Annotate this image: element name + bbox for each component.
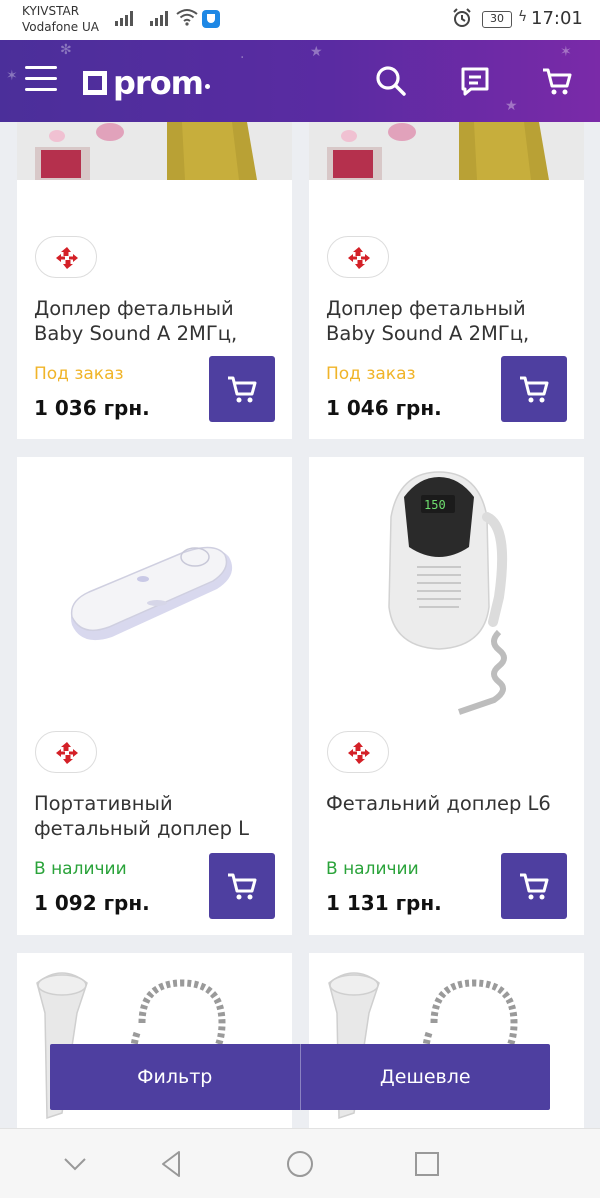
alarm-icon bbox=[452, 8, 472, 33]
search-button[interactable] bbox=[374, 64, 408, 98]
product-price: 1 046 грн. bbox=[326, 396, 442, 420]
home-icon bbox=[287, 1151, 313, 1177]
recents-icon bbox=[415, 1152, 439, 1176]
nova-poshta-icon bbox=[56, 742, 78, 764]
menu-icon bbox=[25, 66, 57, 69]
recents-button[interactable] bbox=[412, 1149, 442, 1179]
carrier-1: KYIVSTAR bbox=[22, 4, 80, 18]
cart-icon bbox=[520, 376, 549, 403]
menu-icon-line bbox=[25, 77, 57, 80]
product-photo bbox=[17, 122, 292, 186]
shield-icon bbox=[202, 10, 220, 28]
nova-poshta-icon bbox=[348, 742, 370, 764]
clock: 17:01 bbox=[531, 8, 583, 29]
product-price: 1 092 грн. bbox=[34, 891, 150, 915]
availability-status: В наличии bbox=[34, 859, 127, 879]
chevron-down-icon bbox=[64, 1158, 86, 1171]
nova-poshta-badge bbox=[35, 731, 97, 773]
availability-status: Под заказ bbox=[326, 364, 416, 384]
snowflake-icon: ✶ bbox=[6, 68, 18, 84]
product-price: 1 036 грн. bbox=[34, 396, 150, 420]
back-button[interactable] bbox=[157, 1149, 187, 1179]
add-to-cart-button[interactable] bbox=[501, 853, 567, 919]
product-title[interactable]: Доплер фетальный Baby Sound A 2МГц, bbox=[326, 296, 558, 348]
add-to-cart-button[interactable] bbox=[501, 356, 567, 422]
snowflake-icon: ✻ bbox=[60, 42, 72, 58]
snowflake-icon: ✶ bbox=[560, 44, 572, 60]
snowflake-icon: ★ bbox=[505, 98, 518, 114]
product-image[interactable] bbox=[309, 122, 584, 186]
availability-status: Под заказ bbox=[34, 364, 124, 384]
nova-poshta-badge bbox=[35, 236, 97, 278]
logo-mark bbox=[83, 71, 107, 95]
cart-icon bbox=[228, 873, 257, 900]
carrier-info: KYIVSTAR Vodafone UA bbox=[22, 3, 99, 35]
cart-icon bbox=[228, 376, 257, 403]
app-header: ✻ ✶ ★ · ✶ ★ prom bbox=[0, 40, 600, 122]
nova-poshta-badge bbox=[327, 731, 389, 773]
back-icon bbox=[162, 1151, 180, 1177]
svg-text:150: 150 bbox=[424, 498, 446, 512]
filter-sort-bar: Фильтр Дешевле bbox=[50, 1044, 550, 1110]
product-photo bbox=[309, 122, 584, 186]
sort-cheaper-button[interactable]: Дешевле bbox=[301, 1044, 551, 1110]
home-button[interactable] bbox=[285, 1149, 315, 1179]
signal-icon bbox=[115, 10, 133, 26]
nova-poshta-icon bbox=[348, 247, 370, 269]
messages-button[interactable] bbox=[458, 64, 492, 98]
battery-indicator: 30 bbox=[482, 11, 512, 28]
product-title[interactable]: Портативный фетальный доплер L bbox=[34, 791, 266, 843]
prom-logo[interactable]: prom bbox=[83, 64, 211, 102]
product-card[interactable]: 150 Фетальний доплер L6 В наличии 1 131 … bbox=[309, 457, 584, 935]
product-card[interactable]: Доплер фетальный Baby Sound A 2МГц, Под … bbox=[309, 122, 584, 439]
cart-button[interactable] bbox=[540, 64, 574, 98]
product-card[interactable]: Портативный фетальный доплер L В наличии… bbox=[17, 457, 292, 935]
logo-text: prom bbox=[113, 64, 204, 102]
add-to-cart-button[interactable] bbox=[209, 356, 275, 422]
filter-button[interactable]: Фильтр bbox=[50, 1044, 300, 1110]
product-image[interactable] bbox=[17, 122, 292, 186]
status-bar: KYIVSTAR Vodafone UA 30 ϟ 17:01 bbox=[0, 0, 600, 40]
product-image[interactable]: 150 bbox=[309, 457, 584, 717]
signal-icon bbox=[150, 10, 168, 26]
add-to-cart-button[interactable] bbox=[209, 853, 275, 919]
cart-icon bbox=[543, 68, 572, 95]
menu-icon-line bbox=[25, 88, 57, 91]
messages-icon bbox=[461, 67, 489, 96]
menu-button[interactable] bbox=[25, 66, 57, 94]
nova-poshta-badge bbox=[327, 236, 389, 278]
search-icon bbox=[376, 66, 406, 96]
wifi-icon bbox=[176, 8, 198, 31]
snowflake-icon: ★ bbox=[310, 44, 323, 60]
product-card[interactable]: Доплер фетальный Baby Sound A 2МГц, Под … bbox=[17, 122, 292, 439]
nova-poshta-icon bbox=[56, 247, 78, 269]
carrier-2: Vodafone UA bbox=[22, 20, 99, 34]
product-title[interactable]: Фетальний доплер L6 bbox=[326, 791, 558, 843]
charging-icon: ϟ bbox=[518, 9, 528, 25]
product-photo: 150 bbox=[309, 457, 584, 717]
product-photo bbox=[17, 457, 292, 717]
system-nav-bar bbox=[0, 1128, 600, 1198]
product-title[interactable]: Доплер фетальный Baby Sound A 2МГц, bbox=[34, 296, 266, 348]
product-price: 1 131 грн. bbox=[326, 891, 442, 915]
cart-icon bbox=[520, 873, 549, 900]
snowflake-icon: · bbox=[240, 50, 245, 66]
hide-nav-button[interactable] bbox=[60, 1149, 90, 1179]
product-image[interactable] bbox=[17, 457, 292, 717]
availability-status: В наличии bbox=[326, 859, 419, 879]
logo-dot bbox=[205, 83, 211, 89]
